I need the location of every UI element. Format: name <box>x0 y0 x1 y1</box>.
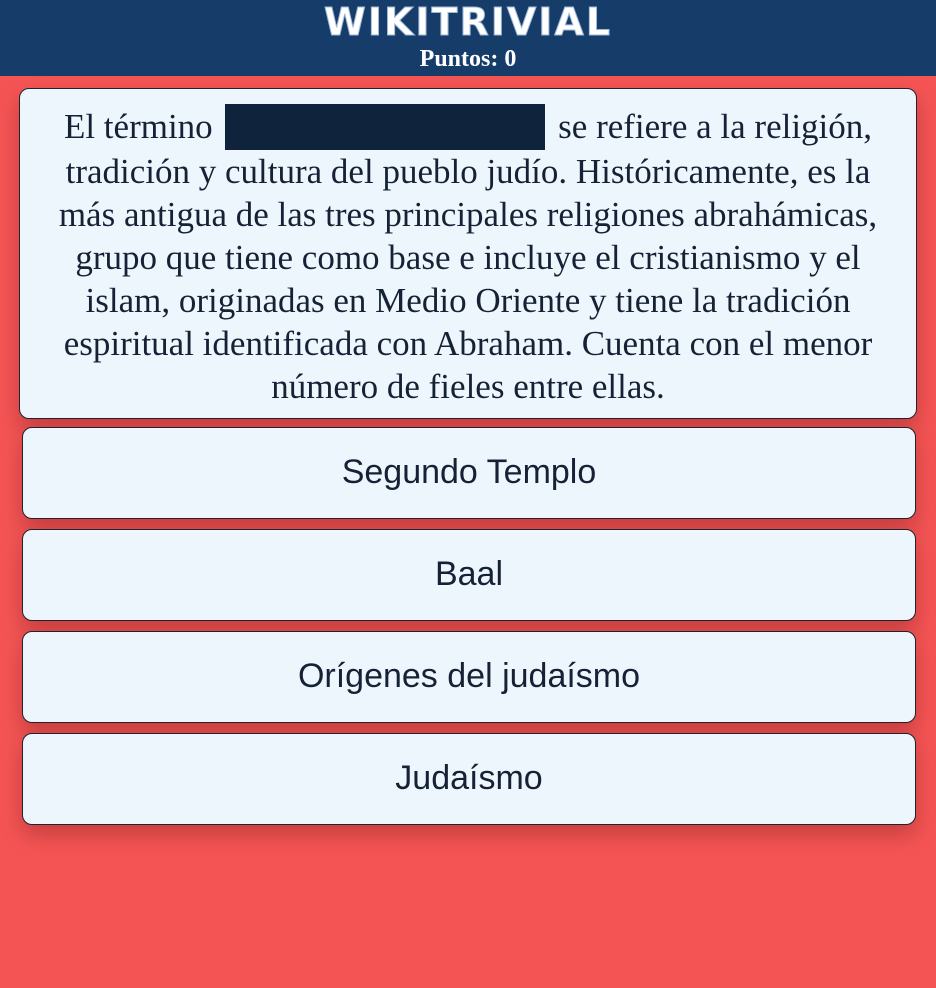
answer-option-1[interactable]: Segundo Templo <box>22 427 916 519</box>
answer-option-4[interactable]: Judaísmo <box>22 733 916 825</box>
question-prefix: El término <box>63 107 213 146</box>
question-suffix: se refiere a la religión, tradición y cu… <box>58 107 878 406</box>
answer-option-2[interactable]: Baal <box>22 529 916 621</box>
answer-option-3[interactable]: Orígenes del judaísmo <box>22 631 916 723</box>
score-label: Puntos: 0 <box>419 46 517 72</box>
app-logo: WIKITRIVIAL <box>323 0 613 45</box>
question-card: El término se refiere a la religión, tra… <box>19 88 917 419</box>
header-bar: WIKITRIVIAL Puntos: 0 <box>0 0 936 76</box>
redacted-term-block <box>225 104 546 150</box>
